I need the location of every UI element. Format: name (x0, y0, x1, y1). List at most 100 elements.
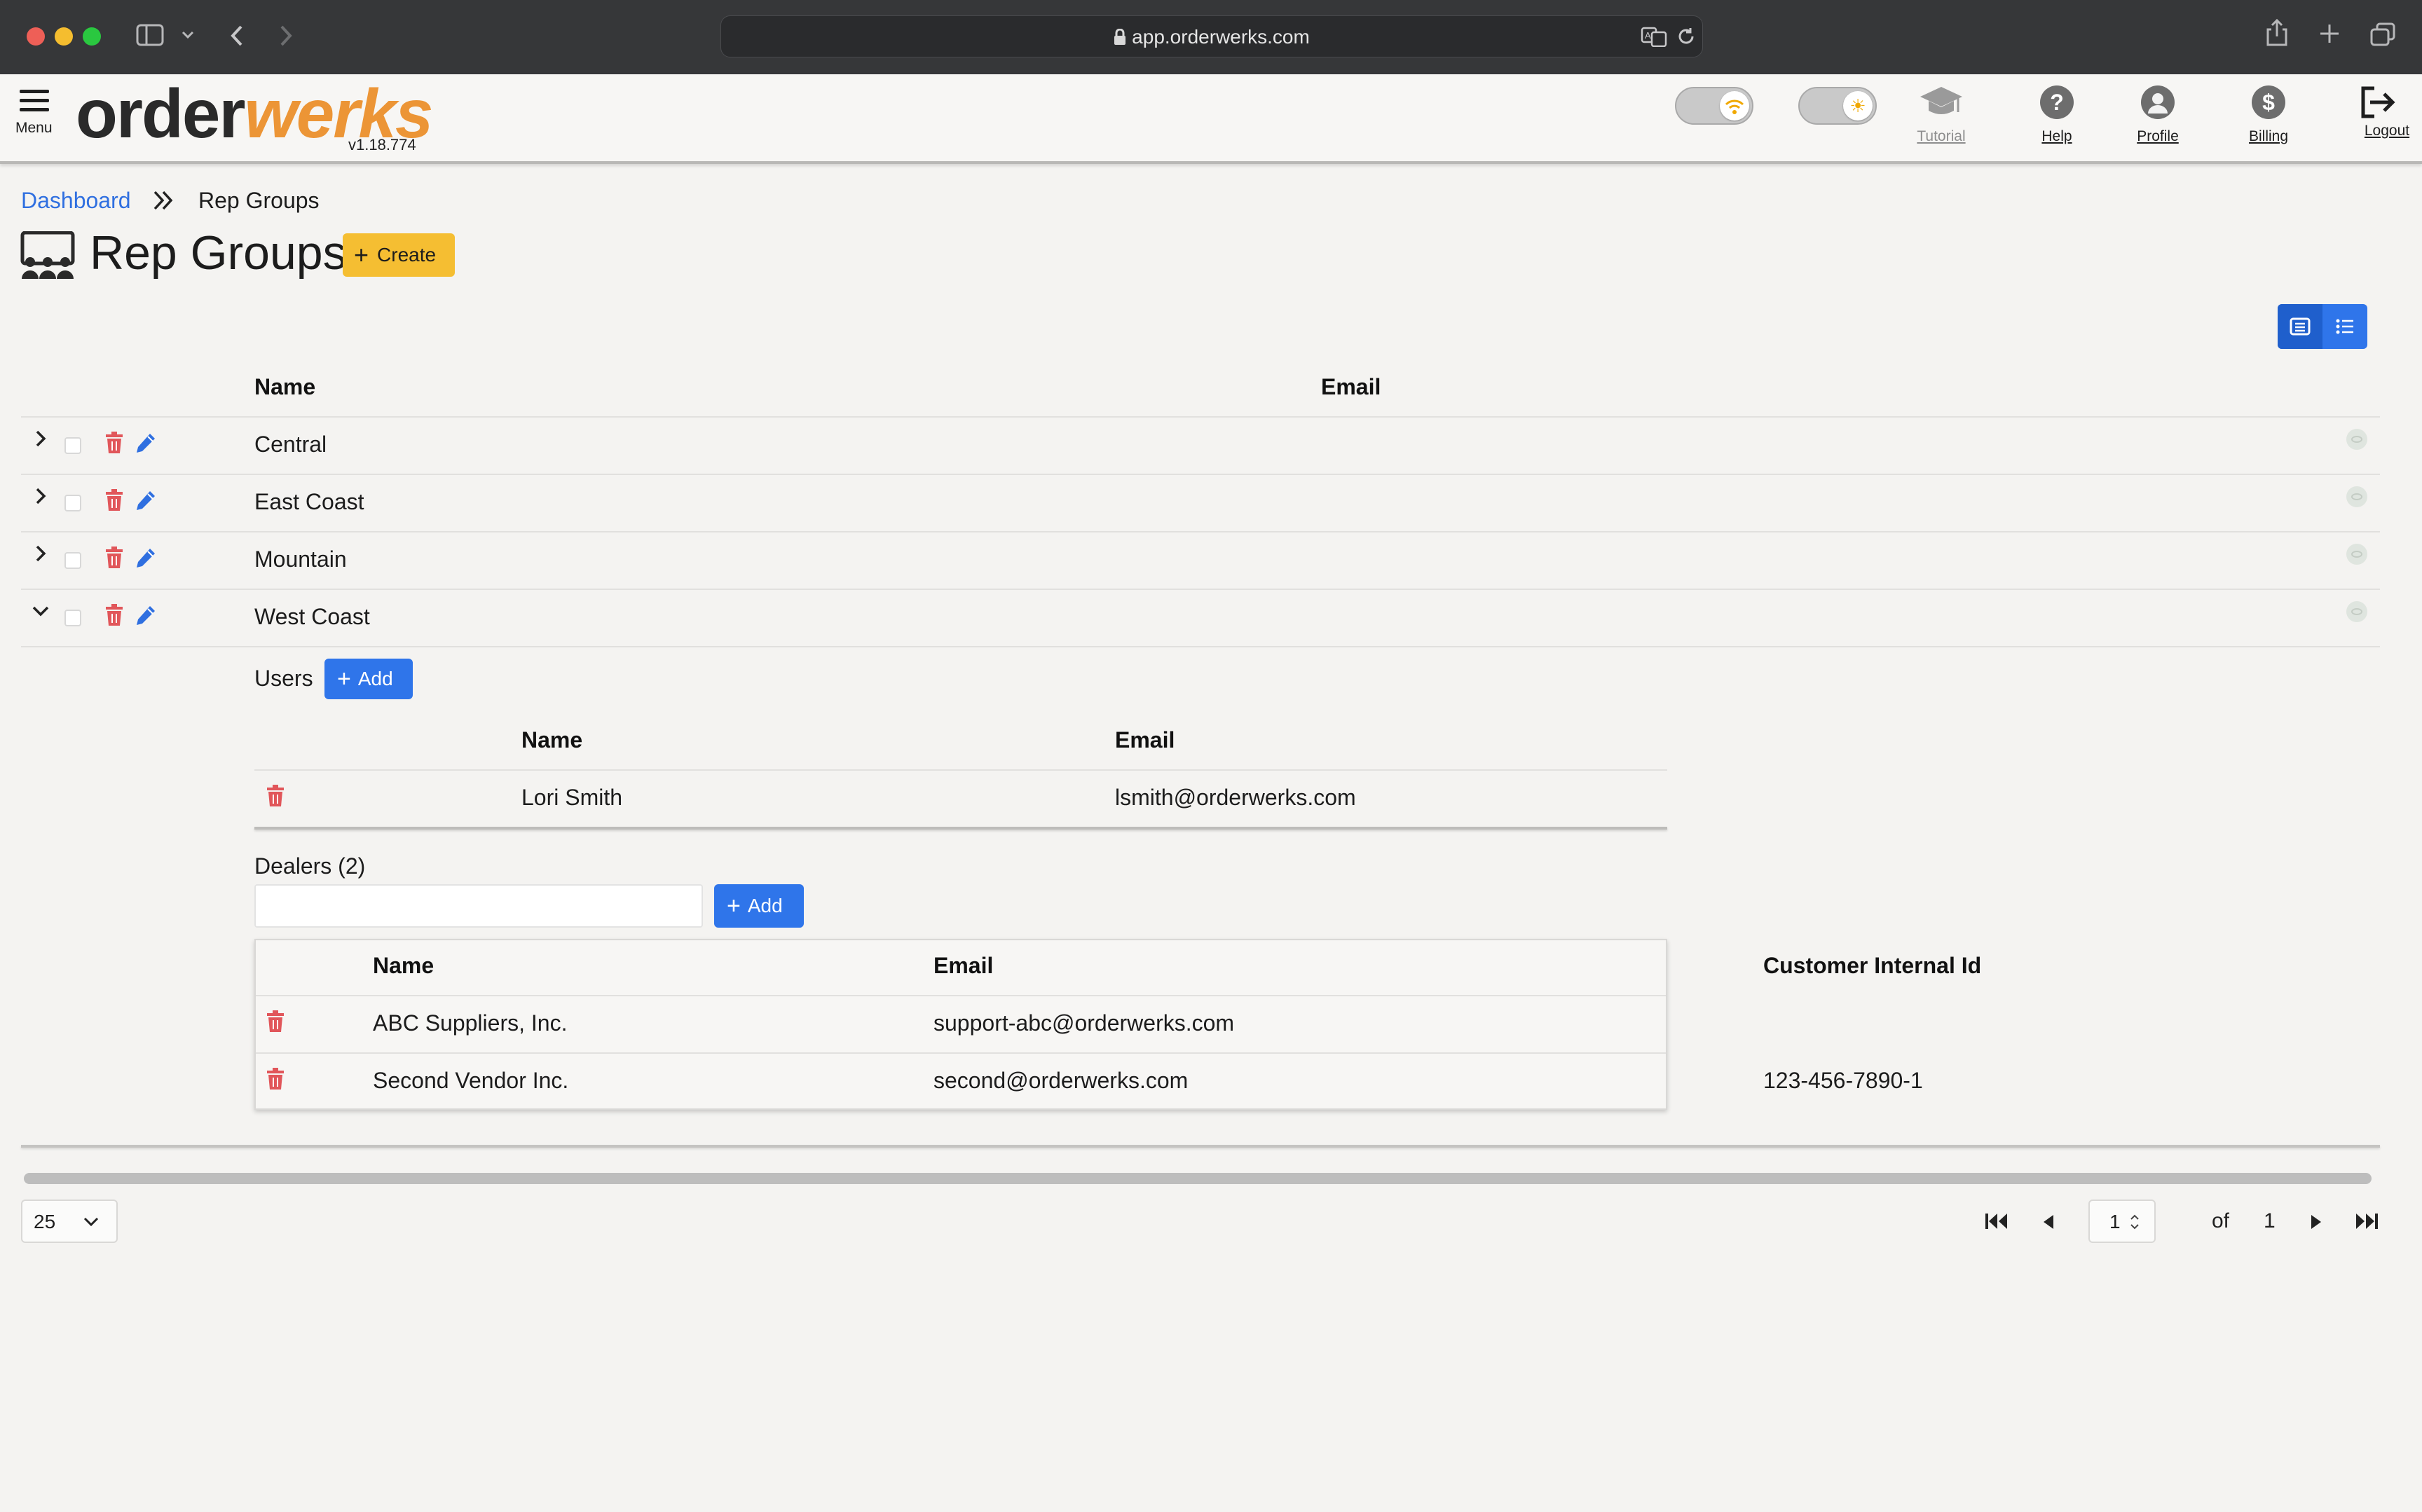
minimize-window-button[interactable] (55, 27, 73, 46)
chevron-down-icon[interactable] (181, 29, 195, 41)
help-icon[interactable]: ? (2040, 85, 2074, 119)
logout-icon[interactable] (2359, 85, 2398, 119)
logout-link[interactable]: Logout (2352, 123, 2422, 139)
next-page-icon[interactable] (2307, 1212, 2325, 1232)
column-header-email[interactable]: Email (1321, 374, 1381, 400)
wifi-icon (1725, 99, 1744, 114)
profile-icon[interactable] (2141, 85, 2175, 119)
trash-icon[interactable] (266, 1068, 285, 1090)
stepper-icon[interactable] (2129, 1212, 2140, 1232)
sun-icon: ☀ (1843, 91, 1873, 121)
theme-toggle[interactable]: ☀ (1798, 87, 1877, 125)
rep-group-name[interactable]: West Coast (254, 604, 370, 630)
reload-icon[interactable] (1676, 26, 1697, 47)
lock-icon (1114, 28, 1126, 45)
pencil-icon[interactable] (135, 489, 157, 511)
url-text: app.orderwerks.com (1132, 26, 1310, 48)
profile-link[interactable]: Profile (2123, 128, 2193, 145)
add-user-button[interactable]: + Add (324, 659, 413, 699)
dealers-column-internal-id[interactable]: Customer Internal Id (1763, 953, 1981, 979)
row-checkbox[interactable] (64, 552, 81, 569)
chevron-down-icon (83, 1217, 99, 1227)
view-icon[interactable] (2346, 601, 2367, 622)
trash-icon[interactable] (266, 785, 285, 807)
current-page-input[interactable]: 1 (2088, 1200, 2156, 1243)
card-view-icon (2290, 317, 2311, 336)
tab-overview-icon[interactable] (2370, 22, 2395, 46)
collapse-row-icon[interactable] (31, 601, 50, 621)
users-column-name[interactable]: Name (521, 727, 582, 753)
version-label: v1.18.774 (348, 136, 416, 153)
dealer-name: ABC Suppliers, Inc. (373, 1010, 568, 1036)
dealers-column-email[interactable]: Email (933, 953, 993, 979)
breadcrumb-dashboard[interactable]: Dashboard (21, 188, 131, 214)
row-checkbox[interactable] (64, 495, 81, 511)
user-email: lsmith@orderwerks.com (1115, 785, 1356, 810)
rep-group-name[interactable]: Mountain (254, 547, 347, 572)
double-chevron-right-icon (153, 191, 173, 210)
plus-icon: + (354, 240, 369, 269)
dealer-name: Second Vendor Inc. (373, 1068, 569, 1093)
card-view-button[interactable] (2278, 304, 2322, 349)
users-section-label: Users (254, 666, 313, 691)
view-icon[interactable] (2346, 544, 2367, 565)
create-button[interactable]: + Create (343, 233, 455, 277)
address-bar[interactable]: app.orderwerks.com A (720, 15, 1703, 57)
plus-icon: + (727, 893, 741, 919)
menu-label: Menu (15, 120, 53, 136)
rep-group-name[interactable]: East Coast (254, 489, 364, 515)
trash-icon[interactable] (266, 1010, 285, 1033)
users-column-email[interactable]: Email (1115, 727, 1175, 753)
svg-text:A: A (1645, 30, 1651, 41)
translate-icon[interactable]: A (1641, 26, 1669, 47)
maximize-window-button[interactable] (83, 27, 101, 46)
dollar-icon[interactable]: $ (2252, 85, 2285, 119)
row-checkbox[interactable] (64, 437, 81, 454)
sidebar-toggle-icon[interactable] (136, 24, 164, 46)
forward-icon[interactable] (278, 24, 294, 48)
expand-row-icon[interactable] (31, 544, 50, 563)
trash-icon[interactable] (105, 604, 123, 626)
previous-page-icon[interactable] (2039, 1212, 2058, 1232)
menu-button[interactable]: Menu (15, 87, 56, 137)
add-dealer-button[interactable]: + Add (714, 884, 804, 928)
dealer-internal-id: 123-456-7890-1 (1763, 1068, 1923, 1093)
view-icon[interactable] (2346, 486, 2367, 507)
row-checkbox[interactable] (64, 610, 81, 626)
first-page-icon[interactable] (1983, 1211, 2010, 1232)
tutorial-link[interactable]: Tutorial (1906, 128, 1976, 145)
share-icon[interactable] (2265, 18, 2289, 48)
page-size-select[interactable]: 25 (21, 1200, 118, 1243)
horizontal-scrollbar[interactable] (24, 1173, 2372, 1184)
list-view-button[interactable] (2322, 304, 2367, 349)
dealer-search-input[interactable] (254, 884, 703, 928)
dealers-column-name[interactable]: Name (373, 953, 434, 979)
expand-row-icon[interactable] (31, 429, 50, 448)
rep-group-name[interactable]: Central (254, 432, 327, 458)
dealer-email: second@orderwerks.com (933, 1068, 1189, 1093)
trash-icon[interactable] (105, 489, 123, 511)
billing-link[interactable]: Billing (2233, 128, 2304, 145)
rep-groups-icon (20, 231, 75, 279)
browser-chrome: app.orderwerks.com A (0, 0, 2422, 74)
close-window-button[interactable] (27, 27, 45, 46)
trash-icon[interactable] (105, 432, 123, 454)
dealer-email: support-abc@orderwerks.com (933, 1010, 1235, 1036)
user-name: Lori Smith (521, 785, 623, 810)
view-icon[interactable] (2346, 429, 2367, 450)
column-header-name[interactable]: Name (254, 374, 315, 400)
new-tab-icon[interactable] (2318, 22, 2341, 45)
pencil-icon[interactable] (135, 547, 157, 569)
graduation-cap-icon[interactable] (1919, 84, 1964, 121)
list-view-icon (2336, 319, 2353, 334)
last-page-icon[interactable] (2353, 1211, 2380, 1232)
help-link[interactable]: Help (2022, 128, 2092, 145)
pencil-icon[interactable] (135, 604, 157, 626)
total-pages: 1 (2264, 1209, 2276, 1232)
hamburger-icon (20, 90, 49, 111)
expand-row-icon[interactable] (31, 486, 50, 506)
trash-icon[interactable] (105, 547, 123, 569)
pencil-icon[interactable] (135, 432, 157, 454)
wifi-toggle[interactable] (1675, 87, 1753, 125)
back-icon[interactable] (228, 24, 245, 48)
